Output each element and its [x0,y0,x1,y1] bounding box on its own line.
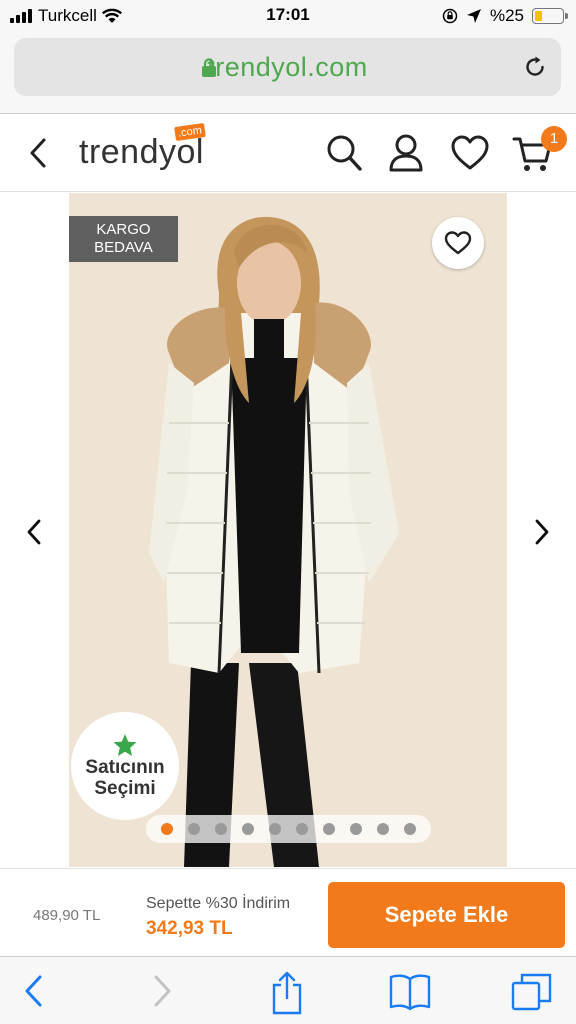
purchase-bar: 489,90 TL Sepette %30 İndirim 342,93 TL … [0,868,576,956]
status-right: %25 [442,6,568,26]
browser-forward-icon[interactable] [150,971,174,1011]
site-header: trendyol .com [0,115,576,192]
rotation-lock-icon [442,8,458,24]
battery-level [535,11,542,21]
status-bar: Turkcell 17:01 %25 [0,0,576,32]
pagination-dot[interactable] [377,823,389,835]
previous-image-arrow-icon[interactable] [24,518,44,546]
next-image-arrow-icon[interactable] [532,518,552,546]
product-gallery: KARGO BEDAVA Satıcının Seçimi [0,193,576,867]
heart-icon[interactable] [450,133,490,173]
reload-icon[interactable] [523,55,547,79]
promo-label: Sepette %30 İndirim [146,895,291,912]
battery-percent: %25 [489,6,524,25]
user-icon[interactable] [388,133,424,173]
url-text: trendyol.com [207,52,368,82]
tabs-icon[interactable] [510,971,554,1013]
add-to-cart-button[interactable]: Sepete Ekle [328,882,565,948]
image-pagination [146,815,431,843]
pagination-dot[interactable] [188,823,200,835]
heart-outline-icon [444,231,472,255]
pagination-dot[interactable] [215,823,227,835]
free-shipping-line2: BEDAVA [94,239,153,256]
browser-address-area: trendyol.com [0,32,576,114]
browser-toolbar [0,956,576,1024]
star-icon [113,734,137,756]
back-arrow-icon[interactable] [26,137,52,169]
favorite-button[interactable] [432,217,484,269]
trendyol-logo[interactable]: trendyol .com [79,122,206,172]
search-icon[interactable] [326,133,364,173]
free-shipping-line1: KARGO [96,221,151,238]
promo-price: 342,93 TL [146,918,233,939]
pagination-dot[interactable] [404,823,416,835]
sellers-choice-badge: Satıcının Seçimi [71,712,179,820]
battery-icon [532,8,568,24]
pagination-dot[interactable] [161,823,173,835]
bookmarks-icon[interactable] [388,971,432,1011]
free-shipping-badge: KARGO BEDAVA [69,216,178,262]
pagination-dot[interactable] [323,823,335,835]
pagination-dot[interactable] [350,823,362,835]
address-bar[interactable]: trendyol.com [14,38,561,96]
location-icon [466,9,481,23]
cart-count-badge[interactable]: 1 [541,126,567,152]
sellers-choice-line2: Seçimi [94,778,156,799]
browser-back-icon[interactable] [22,971,46,1011]
sellers-choice-line1: Satıcının [85,757,165,778]
share-icon[interactable] [270,971,304,1015]
pagination-dot[interactable] [296,823,308,835]
pagination-dot[interactable] [269,823,281,835]
original-price: 489,90 TL [33,907,101,924]
pagination-dot[interactable] [242,823,254,835]
